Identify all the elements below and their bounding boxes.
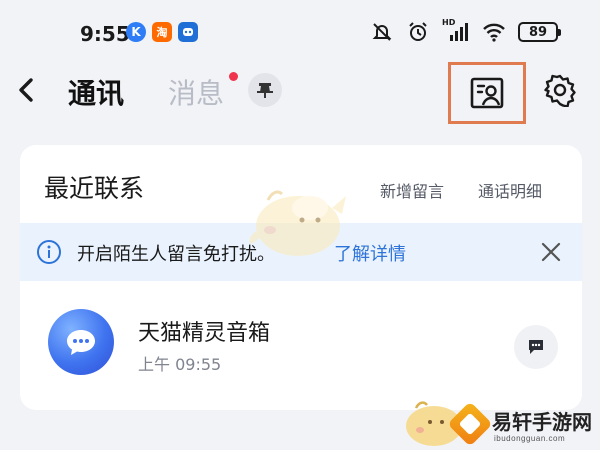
wifi-icon xyxy=(482,20,506,44)
status-bar: 9:55 K 淘 HD 89 xyxy=(0,0,600,62)
app-k-icon: K xyxy=(126,22,146,42)
close-icon xyxy=(541,242,561,262)
pin-button[interactable] xyxy=(248,73,282,107)
tab-contacts[interactable]: 通讯 xyxy=(68,72,124,112)
status-icons: HD 89 xyxy=(370,18,561,44)
signal-icon: HD xyxy=(442,18,470,44)
network-label: HD xyxy=(442,18,456,27)
back-button[interactable] xyxy=(12,72,40,108)
close-notice-button[interactable] xyxy=(536,237,566,267)
alarm-icon xyxy=(406,20,430,44)
call-details-link[interactable]: 通话明细 xyxy=(478,178,542,202)
card-title: 最近联系 xyxy=(44,174,145,203)
contact-card-icon xyxy=(470,77,504,109)
settings-gear-icon xyxy=(544,74,576,107)
back-icon xyxy=(19,78,33,102)
watermark-subtitle: ibudongguan.com xyxy=(494,434,566,443)
message-button[interactable] xyxy=(514,325,558,369)
settings-button[interactable] xyxy=(540,70,580,110)
mute-icon xyxy=(370,20,394,44)
top-nav: 通讯 消息 xyxy=(0,62,600,124)
site-watermark: 易轩手游网 ibudongguan.com xyxy=(447,401,598,450)
message-icon xyxy=(529,340,543,354)
avatar xyxy=(48,309,114,375)
info-icon xyxy=(37,240,61,264)
contact-time: 上午 09:55 xyxy=(138,355,222,374)
app-taobao-icon: 淘 xyxy=(152,22,172,42)
watermark-logo-icon xyxy=(447,401,493,447)
watermark-title: 易轩手游网 xyxy=(492,410,592,434)
tab-messages[interactable]: 消息 xyxy=(168,72,224,112)
app-robot-icon xyxy=(178,22,198,42)
battery-indicator: 89 xyxy=(518,22,561,42)
status-time: 9:55 xyxy=(80,22,130,46)
add-message-link[interactable]: 新增留言 xyxy=(380,178,444,202)
list-item[interactable]: 天猫精灵音箱 上午 09:55 xyxy=(20,301,582,391)
contact-card-button[interactable] xyxy=(448,62,526,124)
pin-icon xyxy=(257,83,273,98)
chat-bubble-icon xyxy=(67,330,95,355)
contact-name: 天猫精灵音箱 xyxy=(138,321,271,346)
mascot-watermark-icon xyxy=(249,190,346,256)
unread-dot xyxy=(229,72,238,81)
